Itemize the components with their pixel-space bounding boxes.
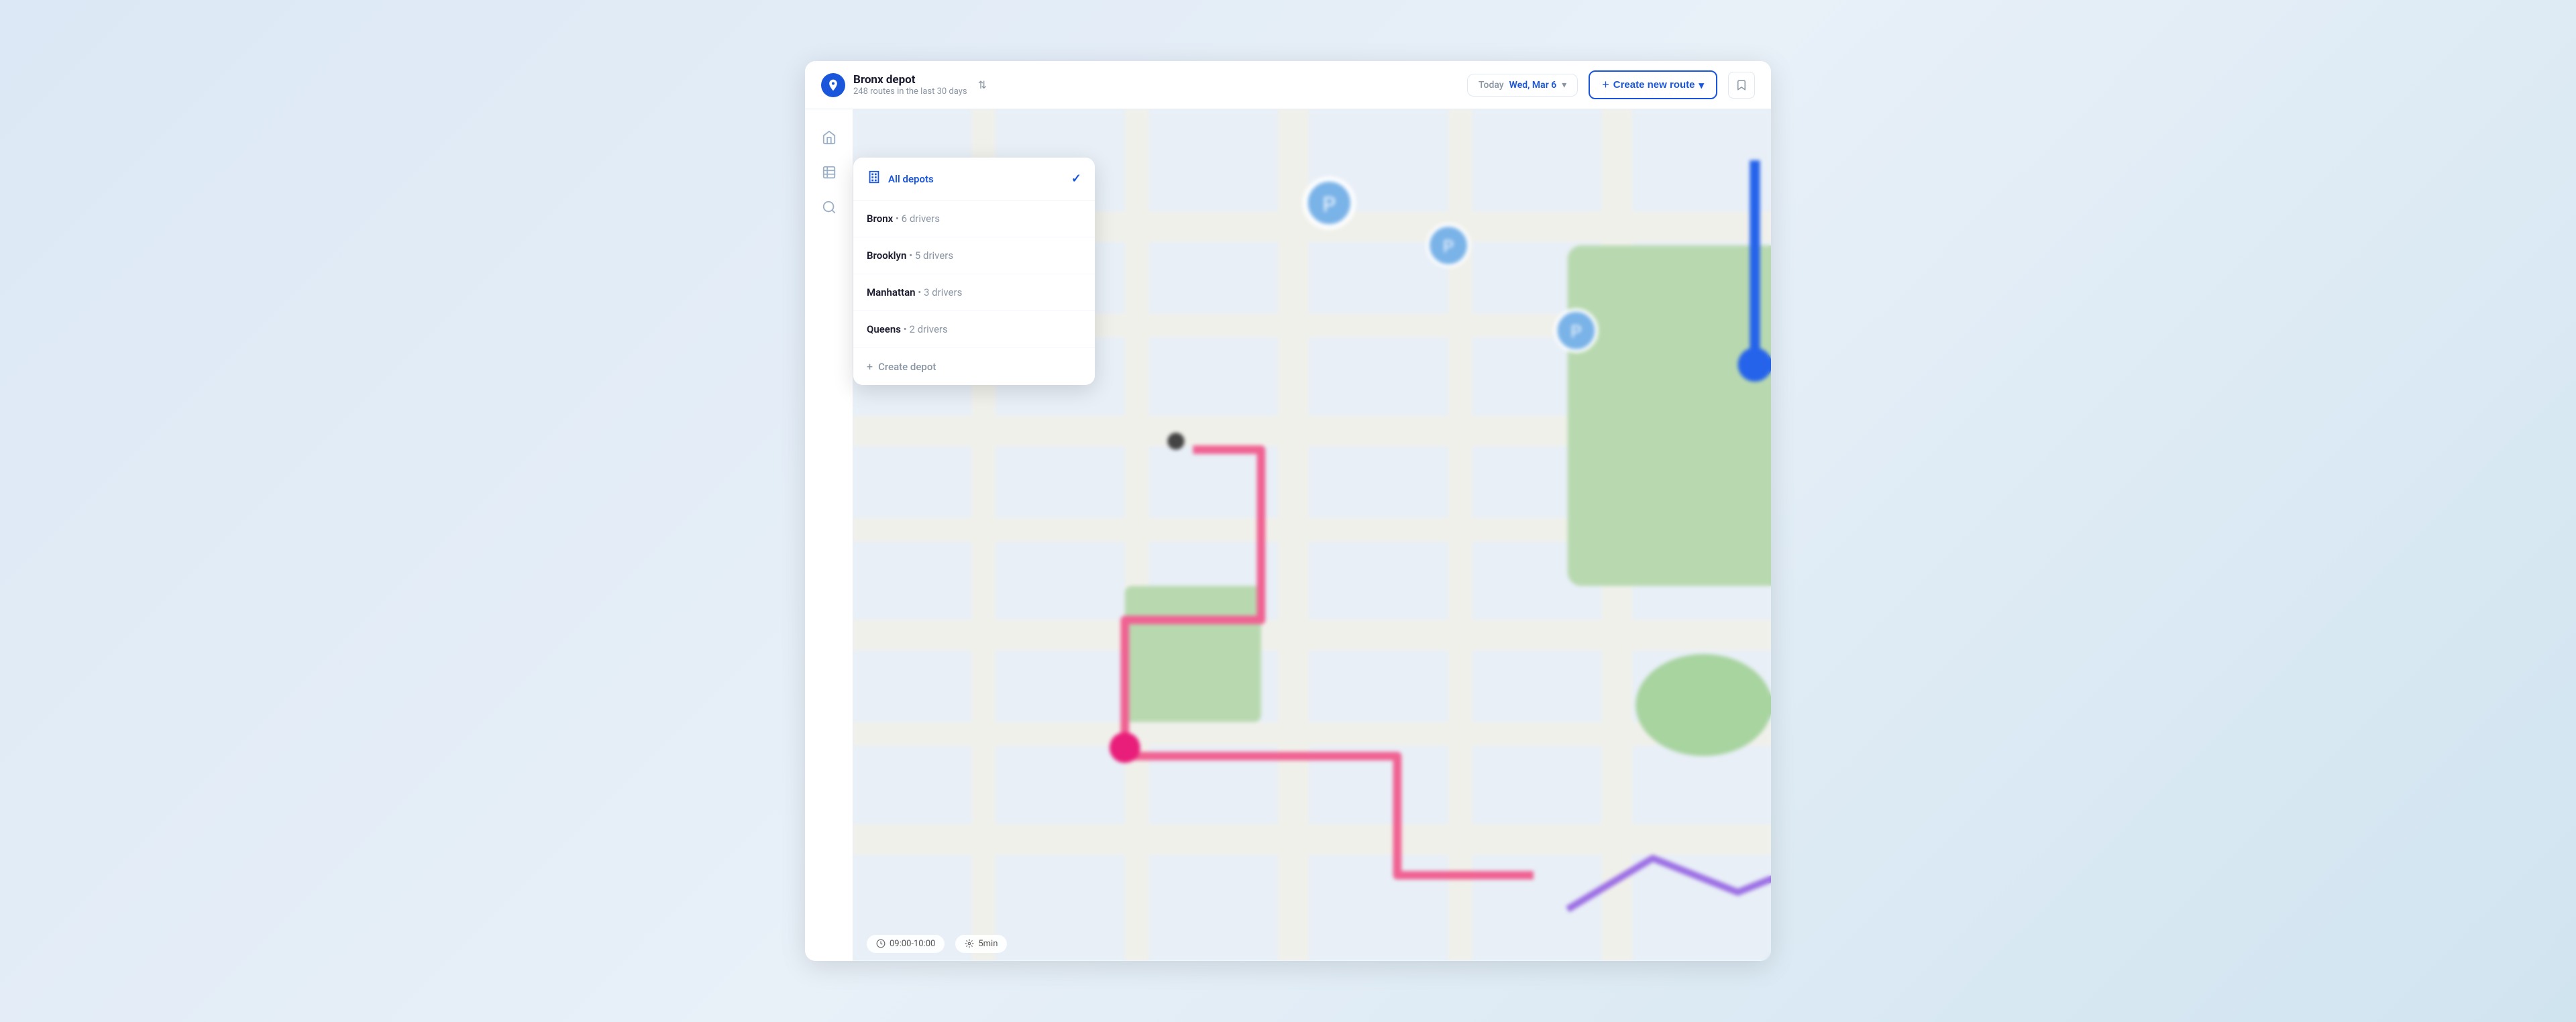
depot-subtitle: 248 routes in the last 30 days [853, 87, 967, 97]
depot-pin-icon [821, 73, 845, 97]
dropdown-all-depots[interactable]: All depots ✓ [853, 158, 1095, 201]
depot-name: Bronx depot [853, 73, 967, 87]
date-value: Wed, Mar 6 [1509, 80, 1557, 91]
depot-separator-manhattan: • 3 drivers [916, 286, 963, 298]
date-chevron-icon: ▾ [1562, 80, 1566, 91]
create-route-button[interactable]: + Create new route ▾ [1589, 70, 1717, 99]
depot-item-manhattan[interactable]: Manhattan • 3 drivers [853, 274, 1095, 311]
date-today-label: Today [1479, 80, 1504, 91]
main-content: All depots ✓ Bronx • 6 drivers Brooklyn … [805, 109, 1771, 960]
create-route-chevron-icon: ▾ [1699, 79, 1704, 91]
depot-selector[interactable]: Bronx depot 248 routes in the last 30 da… [821, 73, 987, 97]
sidebar-item-home[interactable] [814, 123, 844, 152]
all-depots-label: All depots [888, 173, 934, 185]
depot-item-name-brooklyn: Brooklyn [867, 249, 906, 262]
time-badge: 09:00-10:00 [867, 935, 945, 953]
sidebar-item-search[interactable] [814, 192, 844, 222]
depot-separator-bronx: • 6 drivers [893, 213, 940, 225]
sidebar-item-analytics[interactable] [814, 158, 844, 187]
depot-item-name-manhattan: Manhattan [867, 286, 916, 298]
depot-building-icon [867, 170, 881, 188]
sidebar [805, 109, 853, 960]
time-label: 09:00-10:00 [890, 939, 935, 949]
app-window: Bronx depot 248 routes in the last 30 da… [805, 61, 1771, 960]
date-selector[interactable]: Today Wed, Mar 6 ▾ [1467, 74, 1578, 97]
dropdown-panel: All depots ✓ Bronx • 6 drivers Brooklyn … [853, 158, 1095, 385]
depot-item-name-queens: Queens [867, 323, 901, 335]
distance-badge: 5min [955, 935, 1007, 953]
depot-item-queens[interactable]: Queens • 2 drivers [853, 311, 1095, 348]
distance-label: 5min [978, 939, 998, 949]
bookmark-button[interactable] [1728, 72, 1755, 99]
depot-chevron-icon: ⇅ [978, 78, 987, 91]
depot-item-name-bronx: Bronx [867, 213, 893, 225]
depot-separator-queens: • 2 drivers [901, 323, 948, 335]
selected-checkmark-icon: ✓ [1071, 172, 1081, 186]
depot-dropdown: All depots ✓ Bronx • 6 drivers Brooklyn … [853, 158, 1095, 385]
depot-item-bronx[interactable]: Bronx • 6 drivers [853, 201, 1095, 237]
bottom-bar: 09:00-10:00 5min [853, 927, 1771, 961]
create-depot-label: Create depot [878, 361, 936, 373]
depot-separator-brooklyn: • 5 drivers [906, 249, 953, 262]
dropdown-header-left: All depots [867, 170, 934, 188]
depot-info: Bronx depot 248 routes in the last 30 da… [853, 73, 967, 97]
depot-item-brooklyn[interactable]: Brooklyn • 5 drivers [853, 237, 1095, 274]
create-depot-plus-icon: + [867, 360, 873, 373]
header: Bronx depot 248 routes in the last 30 da… [805, 61, 1771, 109]
plus-icon: + [1602, 78, 1609, 92]
create-route-label: Create new route [1613, 79, 1695, 91]
create-depot-button[interactable]: + Create depot [853, 348, 1095, 385]
